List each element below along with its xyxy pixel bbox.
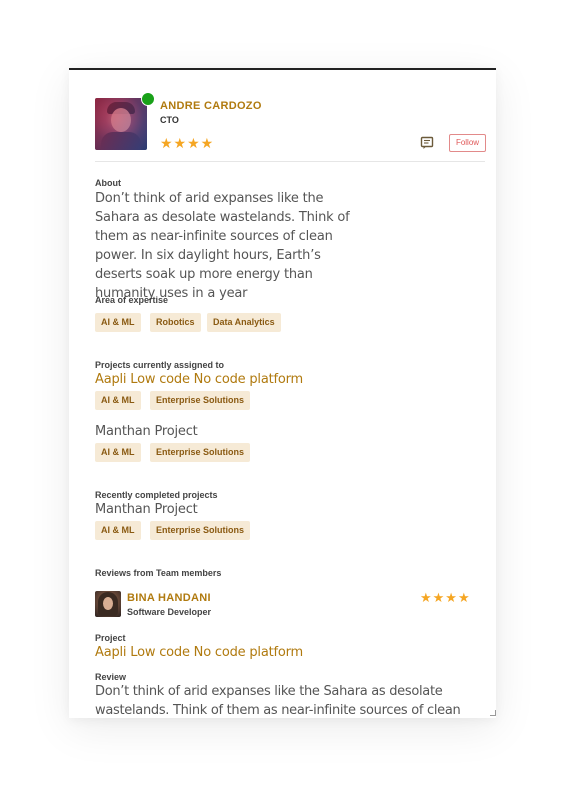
- review-project-label: Project: [95, 633, 126, 643]
- review-label: Review: [95, 672, 127, 682]
- reviewer-role: Software Developer: [127, 607, 212, 617]
- completed-projects-label: Recently completed projects: [95, 490, 218, 500]
- expertise-tag: Robotics: [150, 313, 201, 332]
- review-project-link[interactable]: Aapli Low code No code platform: [95, 645, 303, 660]
- project-tag: Enterprise Solutions: [150, 391, 251, 410]
- expertise-tag: AI & ML: [95, 313, 141, 332]
- about-label: About: [95, 178, 121, 188]
- profile-rating-stars: ★★★★: [160, 135, 215, 151]
- profile-role: CTO: [160, 115, 179, 125]
- avatar[interactable]: [95, 98, 147, 150]
- project-tag: AI & ML: [95, 443, 141, 462]
- follow-button[interactable]: Follow: [449, 134, 486, 152]
- reviewer-name: BINA HANDANI: [127, 592, 211, 604]
- project-tag: AI & ML: [95, 391, 141, 410]
- about-text: Don’t think of arid expanses like the Sa…: [95, 191, 350, 301]
- online-status-dot: [141, 92, 155, 106]
- expertise-tag: Data Analytics: [207, 313, 281, 332]
- project-link[interactable]: Aapli Low code No code platform: [95, 372, 303, 387]
- reviews-label: Reviews from Team members: [95, 568, 222, 578]
- profile-name: ANDRE CARDOZO: [160, 100, 262, 112]
- project-name[interactable]: Manthan Project: [95, 424, 198, 439]
- project-name[interactable]: Manthan Project: [95, 502, 198, 517]
- review-text: Don’t think of arid expanses like the Sa…: [95, 684, 461, 718]
- project-tag: AI & ML: [95, 521, 141, 540]
- reviewer-rating-stars: ★★★★: [420, 590, 471, 605]
- profile-card: ANDRE CARDOZO CTO ★★★★ Follow About Don’…: [69, 68, 496, 718]
- message-icon[interactable]: [420, 136, 434, 150]
- project-tag: Enterprise Solutions: [150, 443, 251, 462]
- current-projects-label: Projects currently assigned to: [95, 360, 225, 370]
- header-divider: [95, 161, 485, 162]
- project-tag: Enterprise Solutions: [150, 521, 251, 540]
- resize-handle[interactable]: [490, 710, 496, 716]
- expertise-label: Area of expertise: [95, 295, 169, 305]
- reviewer-avatar[interactable]: [95, 591, 121, 617]
